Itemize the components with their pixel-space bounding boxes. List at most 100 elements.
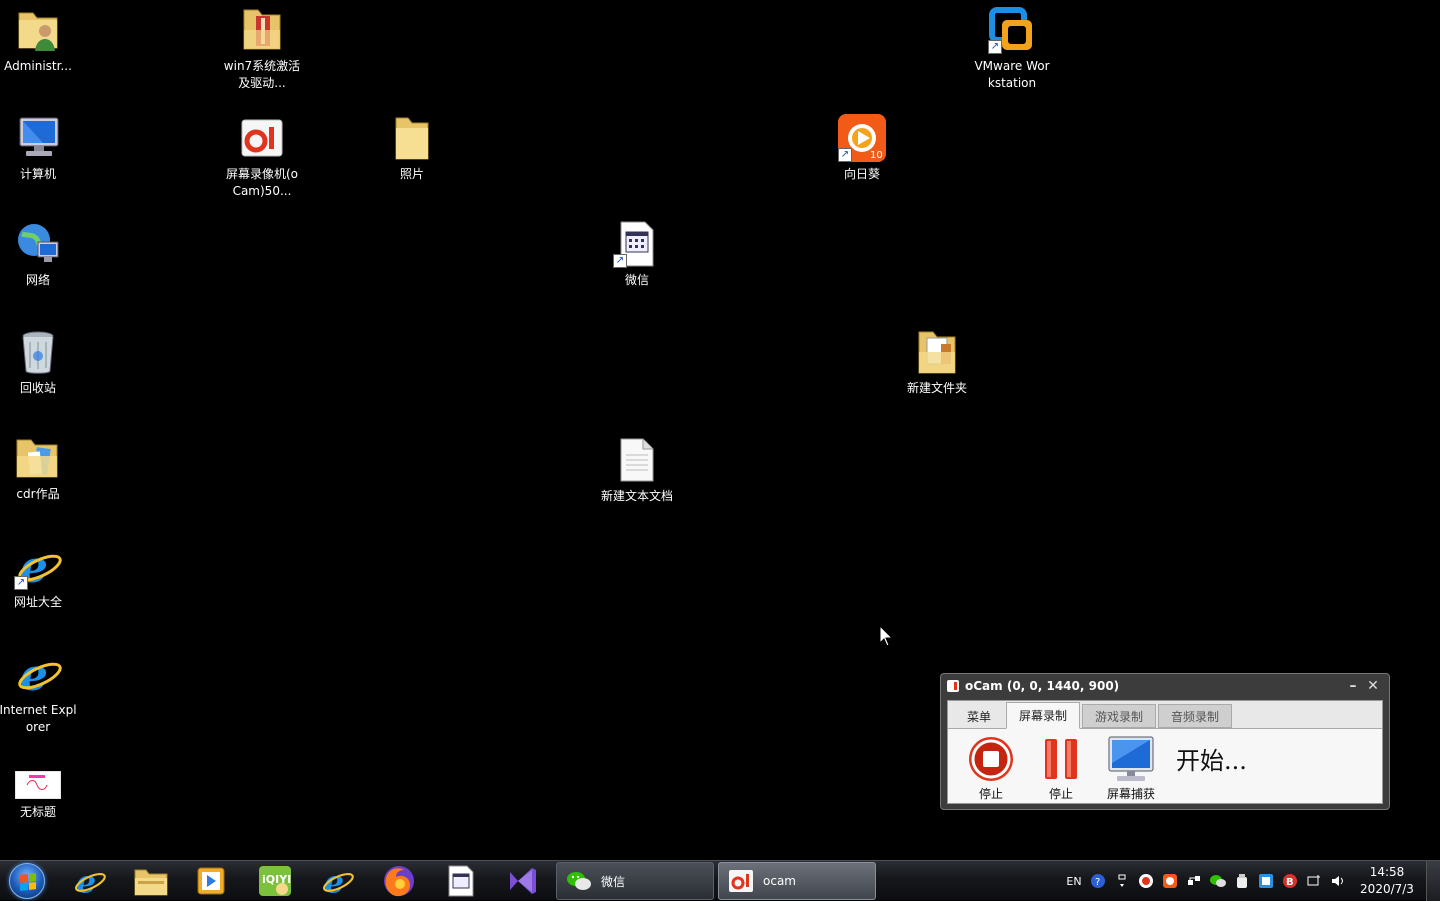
- desktop-icon-computer[interactable]: 计算机: [0, 114, 76, 183]
- taskbar-pin-ie-2[interactable]: e: [310, 863, 364, 899]
- folder-icon: [913, 328, 961, 376]
- taskbar-pin-iqiyi[interactable]: iQIYI: [248, 863, 302, 899]
- volume-icon[interactable]: [1328, 871, 1348, 891]
- svg-text:e: e: [20, 650, 48, 698]
- ie-icon: e ↗: [14, 542, 62, 590]
- screen-capture-button[interactable]: 屏幕捕获: [1096, 735, 1166, 802]
- desktop-icon-label: 网址大全: [13, 595, 62, 609]
- minimize-button[interactable]: –: [1343, 677, 1363, 695]
- desktop-icon-administrator[interactable]: Administr...: [0, 6, 76, 75]
- help-icon[interactable]: ?: [1088, 871, 1108, 891]
- recording-status: 开始...: [1176, 747, 1247, 775]
- svg-text:e: e: [324, 864, 344, 898]
- desktop[interactable]: Administr... 计算机 网络 回收站 cdr作品 e ↗ 网址大全 e…: [0, 0, 1440, 860]
- taskbar-pin-visual-studio[interactable]: [496, 863, 550, 899]
- ocam-title: oCam (0, 0, 1440, 900): [965, 679, 1120, 693]
- taskbar: e iQIYI e 微信 ocam EN ? B 14:58 2020/7/3: [0, 860, 1440, 901]
- close-button[interactable]: ✕: [1363, 677, 1383, 695]
- mouse-cursor-icon: [880, 626, 892, 646]
- taskbar-pin-explorer[interactable]: [124, 863, 178, 899]
- wechat-tray-icon[interactable]: [1208, 871, 1228, 891]
- clock[interactable]: 14:58 2020/7/3: [1352, 864, 1422, 898]
- desktop-icon-cdr-folder[interactable]: cdr作品: [0, 434, 76, 503]
- taskbar-pin-ie[interactable]: e: [62, 863, 116, 899]
- iqiyi-icon: iQIYI: [259, 866, 291, 896]
- visual-studio-icon: [510, 868, 536, 894]
- image-file-icon: [14, 770, 62, 800]
- desktop-icon-label: Internet Explorer: [0, 703, 77, 734]
- shortcut-arrow-icon: ↗: [838, 148, 852, 162]
- desktop-icon-sunflower[interactable]: 10 ↗ 向日葵: [824, 114, 900, 183]
- shortcut-arrow-icon: ↗: [988, 40, 1002, 54]
- network-tray-icon[interactable]: [1184, 871, 1204, 891]
- sunflower-tray-icon[interactable]: [1160, 871, 1180, 891]
- desktop-icon-label: 微信: [624, 273, 649, 287]
- shortcut-arrow-icon: ↗: [14, 576, 28, 590]
- desktop-icon-wechat-shortcut[interactable]: ↗ 微信: [599, 220, 675, 289]
- desktop-icon-win7-activation[interactable]: win7系统激活及驱动...: [224, 6, 300, 92]
- desktop-icon-label: Administr...: [4, 59, 72, 73]
- ocam-window[interactable]: oCam (0, 0, 1440, 900) – ✕ 菜单 屏幕录制 游戏录制 …: [940, 673, 1390, 810]
- desktop-icon-network[interactable]: 网络: [0, 220, 76, 289]
- desktop-icon-label: cdr作品: [16, 487, 60, 501]
- media-player-icon: [197, 867, 225, 895]
- taskbar-task-ocam[interactable]: ocam: [718, 862, 876, 900]
- taskbar-task-wechat[interactable]: 微信: [556, 862, 714, 900]
- stop-button[interactable]: 停止: [956, 735, 1026, 802]
- tab-audio-record[interactable]: 音频录制: [1158, 704, 1233, 728]
- svg-text:e: e: [76, 864, 96, 898]
- desktop-icon-photos-folder[interactable]: 照片: [374, 114, 450, 183]
- computer-icon: [14, 114, 62, 162]
- network-icon: [14, 220, 62, 268]
- desktop-icon-recycle-bin[interactable]: 回收站: [0, 328, 76, 397]
- ime-icon[interactable]: [1112, 871, 1132, 891]
- usb-icon[interactable]: [1232, 871, 1252, 891]
- desktop-icon-label: 回收站: [19, 381, 56, 395]
- taskbar-pin-firefox[interactable]: [372, 863, 426, 899]
- desktop-icon-url-collection[interactable]: e ↗ 网址大全: [0, 542, 76, 611]
- shortcut-file-icon: ↗: [613, 220, 661, 268]
- ocam-titlebar[interactable]: oCam (0, 0, 1440, 900) – ✕: [941, 674, 1389, 698]
- task-label: 微信: [601, 874, 626, 889]
- desktop-icon-label: 无标题: [19, 805, 56, 819]
- file-explorer-icon: [134, 869, 168, 896]
- desktop-icon-label: 计算机: [19, 167, 56, 181]
- desktop-icon-internet-explorer[interactable]: e Internet Explorer: [0, 650, 77, 736]
- show-desktop-button[interactable]: [1426, 861, 1440, 901]
- display-icon[interactable]: [1256, 871, 1276, 891]
- language-indicator[interactable]: EN: [1064, 871, 1084, 891]
- ocam-icon: [729, 870, 753, 892]
- desktop-icon-new-text-doc[interactable]: 新建文本文档: [599, 436, 675, 505]
- record-icon[interactable]: [1136, 871, 1156, 891]
- ie-icon: e: [75, 864, 106, 898]
- action-center-icon[interactable]: [1304, 871, 1324, 891]
- pause-button[interactable]: 停止: [1026, 735, 1096, 802]
- ocam-tabs: 菜单 屏幕录制 游戏录制 音频录制: [948, 701, 1382, 729]
- task-label: ocam: [763, 874, 796, 888]
- tab-game-record[interactable]: 游戏录制: [1082, 704, 1157, 728]
- svg-text:B: B: [1286, 877, 1294, 888]
- ie-icon: e: [323, 864, 354, 898]
- start-button[interactable]: [6, 862, 48, 900]
- user-folder-icon: [14, 6, 62, 54]
- desktop-icon-label: 屏幕录像机(oCam)50...: [225, 167, 299, 198]
- desktop-icon-untitled[interactable]: 无标题: [0, 770, 76, 821]
- folder-icon: [388, 114, 436, 162]
- tab-screen-record[interactable]: 屏幕录制: [1006, 702, 1081, 729]
- taskbar-pin-app[interactable]: [434, 863, 488, 899]
- desktop-icon-vmware[interactable]: ↗ VMware Workstation: [974, 6, 1050, 92]
- tab-menu[interactable]: 菜单: [954, 704, 1004, 728]
- desktop-icon-ocam-installer[interactable]: 屏幕录像机(oCam)50...: [224, 114, 300, 200]
- clock-date: 2020/7/3: [1360, 882, 1414, 896]
- desktop-icon-label: 照片: [399, 167, 424, 181]
- text-file-icon: [613, 436, 661, 484]
- desktop-icon-label: VMware Workstation: [974, 59, 1050, 90]
- ocam-app-icon: [947, 680, 959, 692]
- recycle-bin-icon: [14, 328, 62, 376]
- security-icon[interactable]: B: [1280, 871, 1300, 891]
- desktop-icon-new-folder[interactable]: 新建文件夹: [899, 328, 975, 397]
- ocam-body: 菜单 屏幕录制 游戏录制 音频录制 停止 停止 屏幕捕获 开始...: [947, 700, 1383, 804]
- vmware-icon: ↗: [988, 6, 1036, 54]
- taskbar-pin-media-player[interactable]: [184, 863, 238, 899]
- clock-time: 14:58: [1369, 865, 1405, 879]
